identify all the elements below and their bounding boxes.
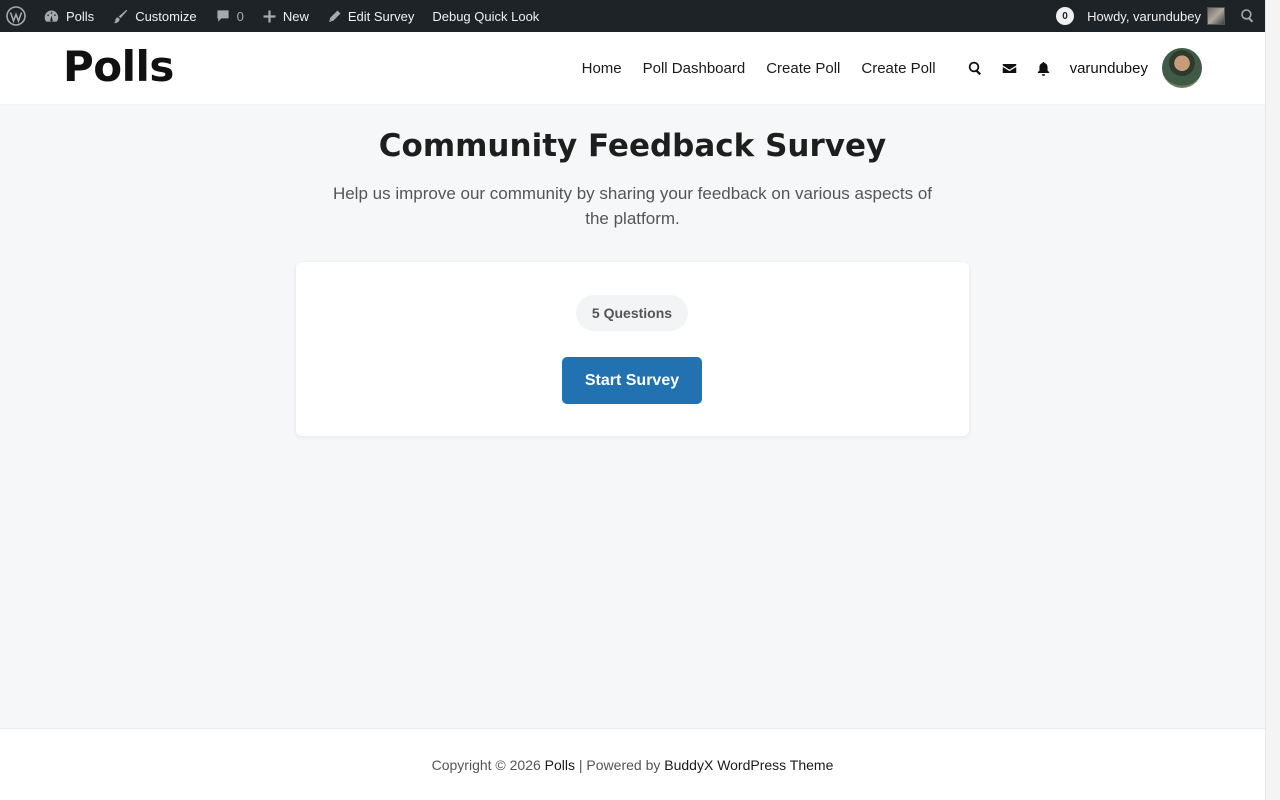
survey-title: Community Feedback Survey	[378, 128, 887, 164]
admin-bar-avatar	[1207, 7, 1225, 25]
footer-site-link[interactable]: Polls	[545, 757, 575, 773]
comments-count: 0	[236, 8, 244, 24]
main-content: Community Feedback Survey Help us improv…	[0, 104, 1265, 728]
dashboard-gauge-icon	[44, 10, 59, 22]
debug-quick-look-label: Debug Quick Look	[432, 8, 540, 24]
edit-survey-label: Edit Survey	[347, 8, 415, 24]
envelope-icon	[1002, 63, 1017, 73]
edit-survey-menu[interactable]: Edit Survey	[318, 0, 423, 32]
nav-home[interactable]: Home	[582, 60, 622, 77]
header-search-button[interactable]	[968, 60, 984, 76]
search-icon	[968, 61, 982, 75]
footer-theme-link[interactable]: BuddyX WordPress Theme	[664, 757, 833, 773]
customize-menu[interactable]: Customize	[103, 0, 205, 32]
notifications-menu[interactable]: 0	[1047, 0, 1083, 32]
admin-bar-right: 0 Howdy, varundubey	[1047, 0, 1265, 32]
header-username[interactable]: varundubey	[1070, 60, 1148, 77]
question-count-badge: 5 Questions	[576, 295, 688, 331]
comment-bubble-icon	[217, 10, 229, 22]
site-header: Polls Home Poll Dashboard Create Poll Cr…	[0, 32, 1265, 104]
footer-copyright-prefix: Copyright © 2026	[431, 756, 545, 773]
wordpress-icon	[6, 6, 26, 26]
header-notifications-button[interactable]	[1036, 60, 1052, 76]
paintbrush-icon	[113, 9, 128, 23]
customize-label: Customize	[135, 8, 197, 24]
howdy-greeting: Howdy, varundubey	[1087, 8, 1201, 24]
header-icon-group	[968, 60, 1070, 76]
new-label: New	[282, 8, 309, 24]
my-account-menu[interactable]: Howdy, varundubey	[1083, 0, 1234, 32]
site-footer: Copyright © 2026 Polls | Powered by Budd…	[0, 728, 1265, 800]
new-content-menu[interactable]: New	[253, 0, 318, 32]
admin-bar: Polls Customize 0 New Edit Survey Debug …	[0, 0, 1265, 32]
bell-icon	[1037, 61, 1050, 76]
user-avatar[interactable]	[1162, 48, 1202, 88]
page-scrollbar[interactable]	[1265, 0, 1280, 800]
search-icon	[1241, 9, 1254, 23]
site-name-menu[interactable]: Polls	[34, 0, 103, 32]
wordpress-logo-button[interactable]	[0, 0, 34, 32]
footer-powered-by: | Powered by	[575, 756, 665, 773]
survey-start-card: 5 Questions Start Survey	[296, 262, 969, 436]
notifications-count-badge: 0	[1056, 7, 1075, 25]
plus-icon	[263, 10, 276, 22]
site-logo[interactable]: Polls	[63, 42, 174, 91]
nav-create-poll-2[interactable]: Create Poll	[861, 60, 935, 77]
debug-quick-look-menu[interactable]: Debug Quick Look	[423, 0, 548, 32]
site-name-label: Polls	[66, 8, 95, 24]
admin-bar-left: Polls Customize 0 New Edit Survey Debug …	[0, 0, 548, 32]
main-navigation: Home Poll Dashboard Create Poll Create P…	[582, 32, 1202, 104]
survey-description: Help us improve our community by sharing…	[332, 184, 933, 228]
nav-create-poll[interactable]: Create Poll	[766, 60, 840, 77]
header-messages-button[interactable]	[1002, 60, 1018, 76]
pencil-icon	[329, 10, 341, 22]
start-survey-button[interactable]: Start Survey	[562, 357, 702, 404]
comments-menu[interactable]: 0	[206, 0, 253, 32]
admin-bar-search-button[interactable]	[1234, 0, 1265, 32]
nav-poll-dashboard[interactable]: Poll Dashboard	[643, 60, 746, 77]
